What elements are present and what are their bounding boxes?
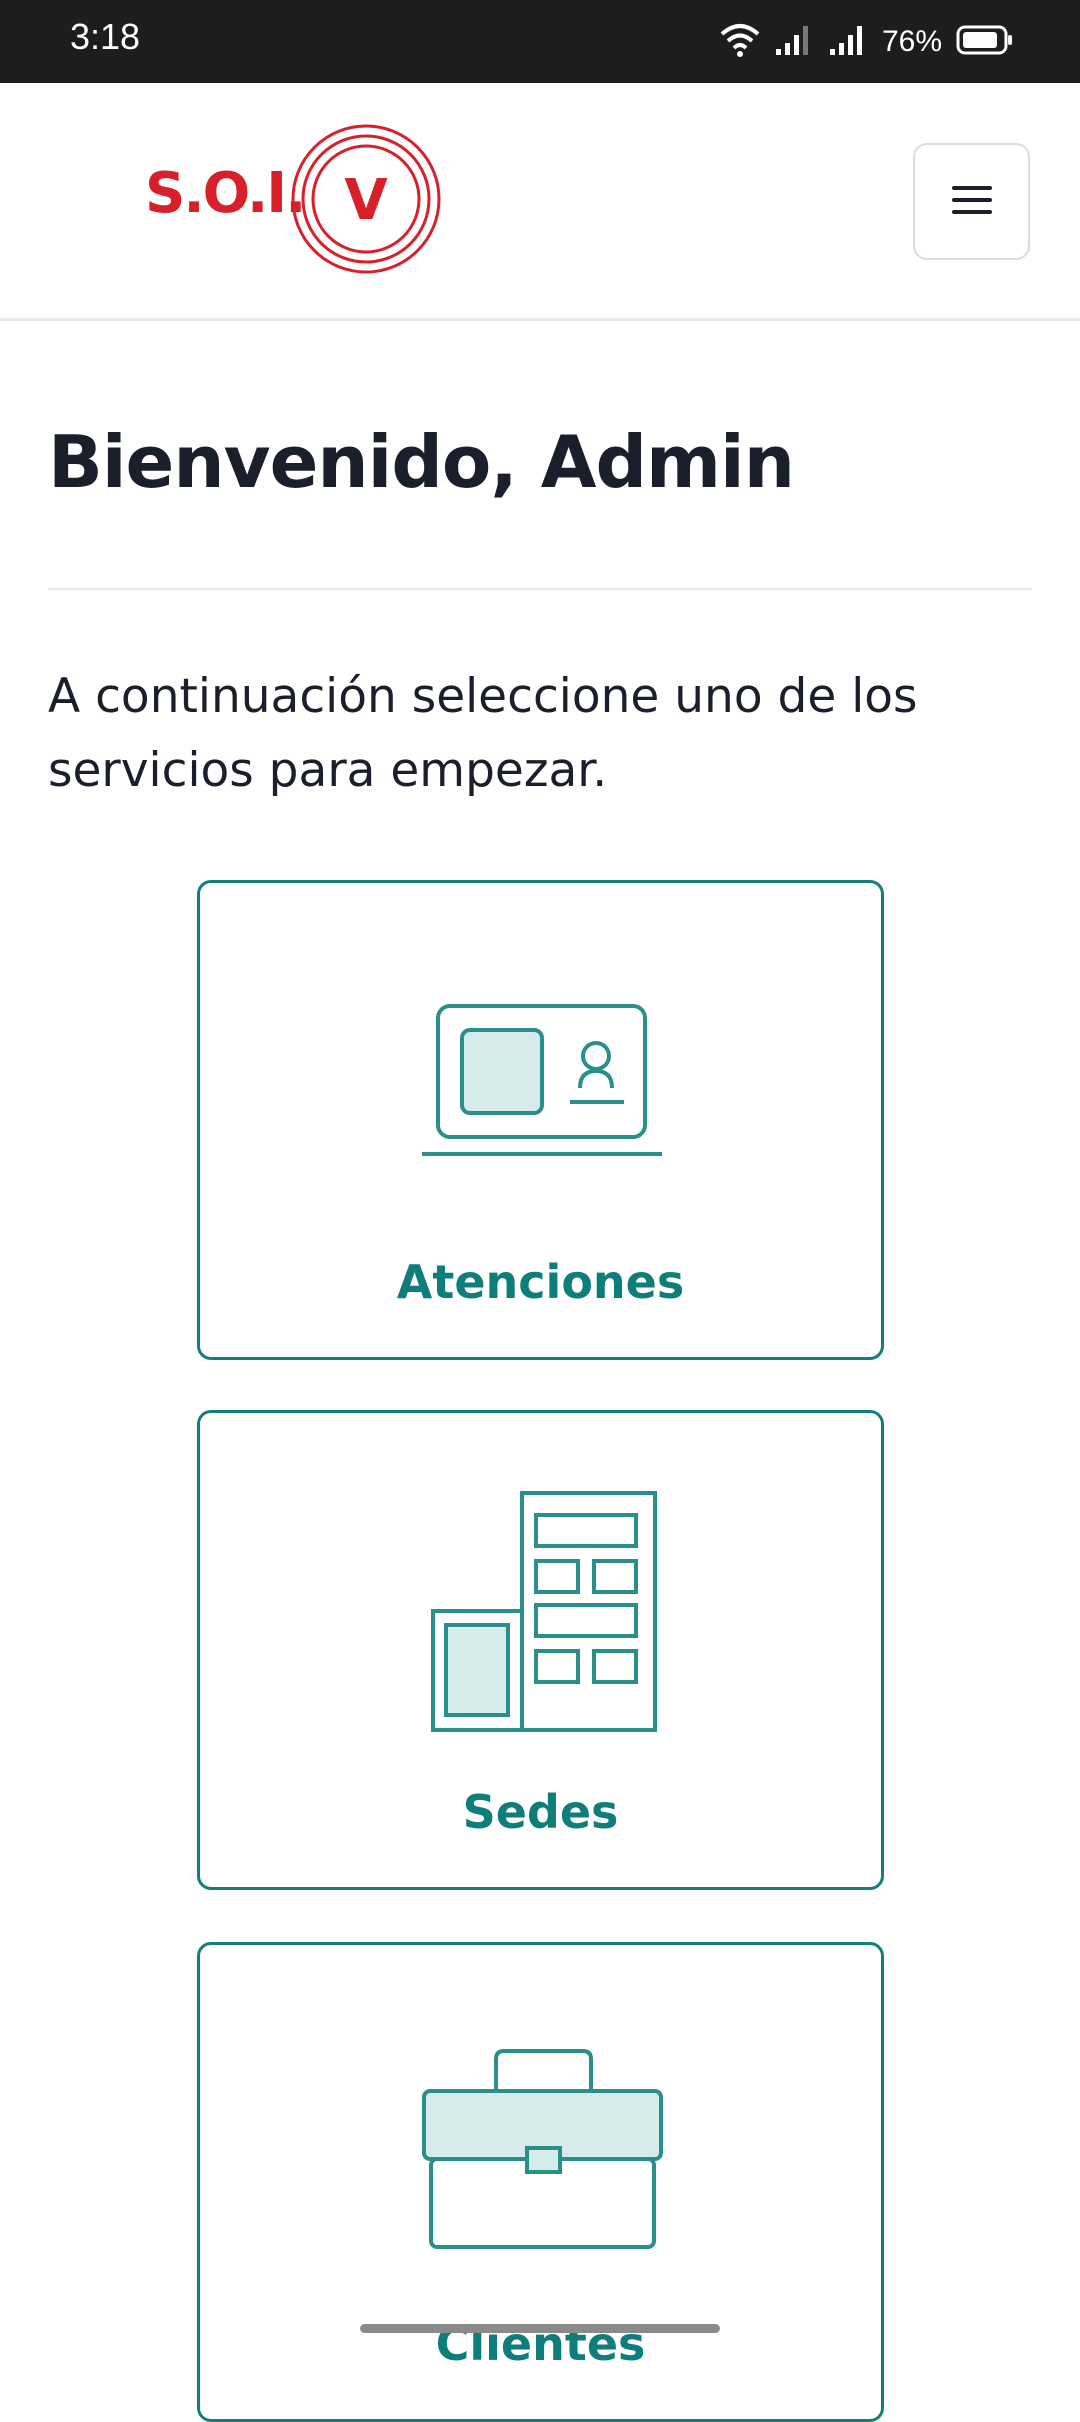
brand-logo[interactable]: S.O.I. V — [145, 123, 445, 283]
wifi-icon — [720, 22, 760, 62]
menu-button[interactable] — [913, 143, 1030, 260]
service-card-atenciones[interactable]: Atenciones — [197, 880, 884, 1360]
logo-text: S.O.I. — [145, 161, 306, 226]
app-header: S.O.I. V — [0, 83, 1080, 321]
service-card-sedes[interactable]: Sedes — [197, 1410, 884, 1890]
signal-icon — [774, 23, 814, 61]
logo-letter: V — [344, 168, 388, 233]
battery-percentage: 76% — [881, 25, 942, 58]
home-indicator[interactable] — [360, 2324, 720, 2333]
hamburger-icon — [950, 183, 994, 221]
status-time: 3:18 — [70, 16, 141, 57]
card-label: Sedes — [462, 1785, 619, 1839]
intro-text: A continuación seleccione uno de los ser… — [48, 669, 918, 798]
divider — [48, 588, 1032, 590]
service-card-clientes[interactable]: Clientes — [197, 1942, 884, 2422]
battery-icon — [956, 24, 1014, 60]
briefcase-icon — [422, 2049, 663, 2249]
logo-rings: V — [291, 124, 441, 274]
status-icons: 76% — [720, 18, 1014, 66]
page-title: Bienvenido, Admin — [48, 420, 795, 504]
card-label: Atenciones — [396, 1255, 685, 1309]
signal-icon — [828, 23, 868, 61]
status-bar: 3:18 76% — [0, 0, 1080, 83]
id-card-icon — [422, 1004, 662, 1156]
buildings-icon — [431, 1491, 657, 1732]
